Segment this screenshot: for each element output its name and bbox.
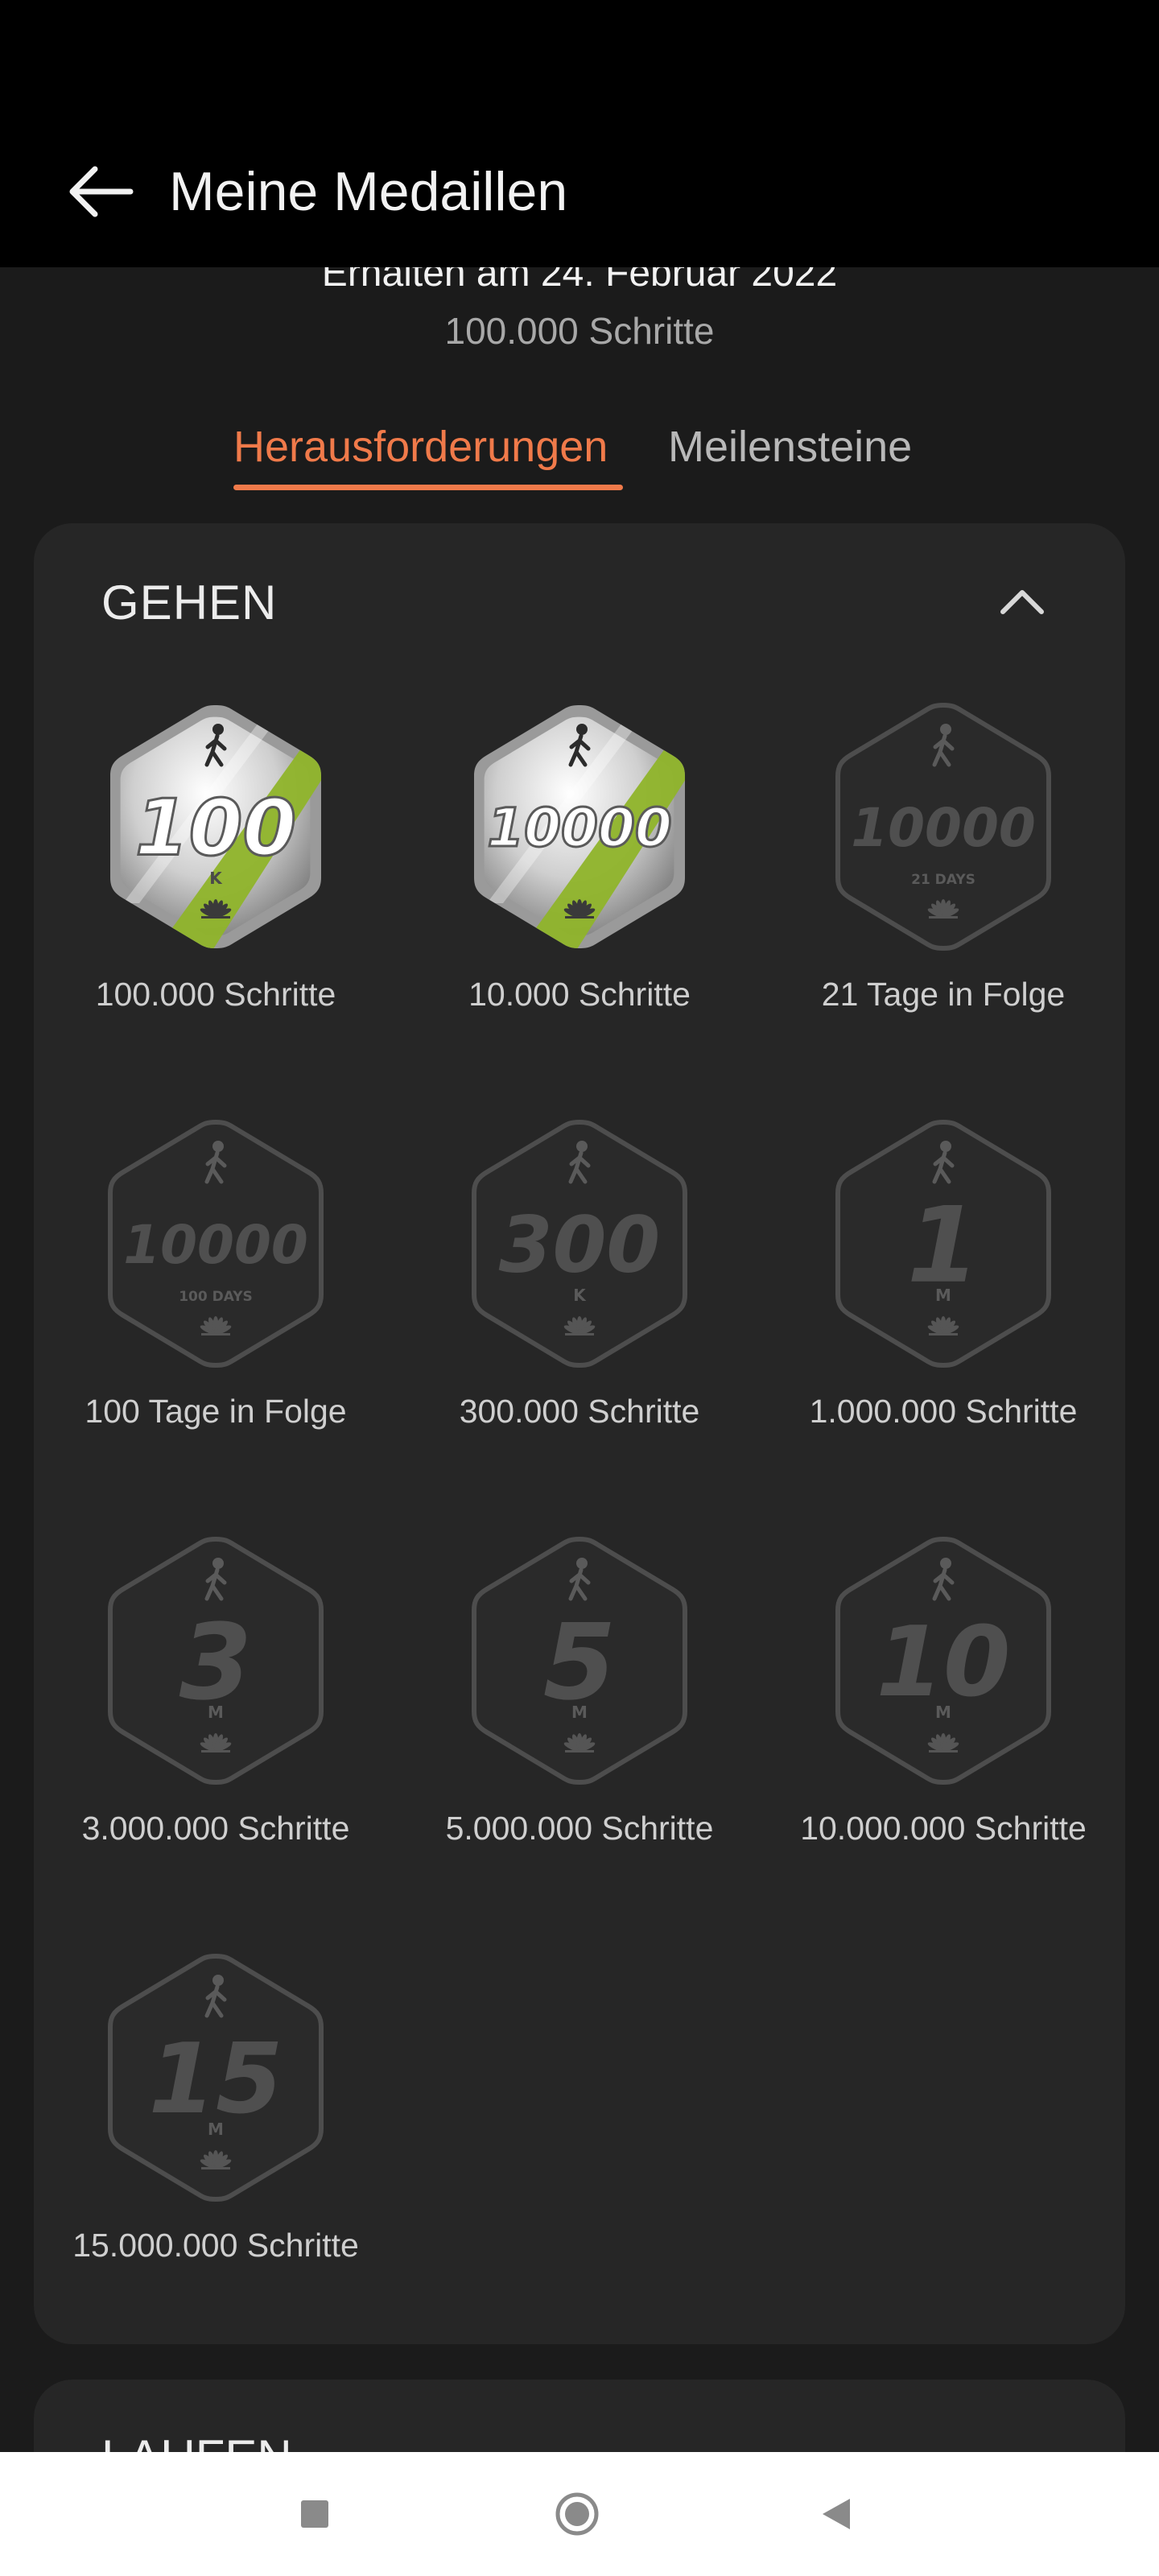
medal-badge-locked: 15M [108,1953,324,2202]
earned-medal-name: 100.000 Schritte [444,310,715,352]
system-nav-bar [0,2452,1159,2576]
medal-label: 3.000.000 Schritte [81,1810,350,1847]
medal-item[interactable]: 1 M 1.000.000 Schritte [761,1119,1125,1538]
medal-unit: 100 DAYS [179,1289,253,1305]
medal-badge-earned: 100K [110,705,321,948]
medal-unit: K [209,869,223,888]
medal-unit: M [208,1703,224,1722]
medal-unit: M [935,1286,951,1305]
medal-item[interactable]: 10 M 10.000.000 Schritte [761,1536,1125,1955]
medal-item[interactable]: 5 M 5.000.000 Schritte [398,1536,761,1955]
medal-badge-locked: 3M [108,1536,324,1785]
medal-number: 300 [499,1200,660,1290]
medal-item[interactable]: 10000 10.000 Schritte [398,702,761,1121]
medal-unit: M [935,1703,951,1722]
medal-number: 10000 [851,797,1036,859]
medal-item[interactable]: 3 M 3.000.000 Schritte [34,1536,398,1955]
square-icon [301,2500,328,2528]
circle-icon [555,2492,599,2536]
app-bar: Meine Medaillen [0,0,1159,267]
medal-label: 5.000.000 Schritte [445,1810,714,1847]
medal-badge-locked: 10000 100 DAYS [108,1119,324,1368]
medal-label: 21 Tage in Folge [821,976,1066,1013]
medal-badge-locked: 300K [472,1119,687,1368]
section-title: GEHEN [101,576,278,630]
medal-item[interactable]: 15 M 15.000.000 Schritte [34,1953,398,2372]
active-tab-indicator [233,485,623,490]
medal-label: 100.000 Schritte [95,976,336,1013]
arrow-left-icon [69,166,134,217]
tab-challenges[interactable]: Herausforderungen [233,419,608,475]
tab-milestones[interactable]: Meilensteine [668,419,912,475]
medal-badge-earned: 10000 [474,705,685,948]
medal-label: 100 Tage in Folge [85,1393,347,1430]
back-nav-button[interactable] [806,2484,866,2544]
medal-item[interactable]: 10000 100 DAYS 100 Tage in Folge [34,1119,398,1538]
collapse-button[interactable] [990,573,1054,630]
recents-button[interactable] [285,2484,344,2544]
medal-item[interactable]: 300 K 300.000 Schritte [398,1119,761,1538]
medal-unit: M [571,1703,588,1722]
medal-badge-locked: 10M [835,1536,1051,1785]
medal-badge-locked: 1M [835,1119,1051,1368]
medal-item[interactable]: 10000 21 DAYS 21 Tage in Folge [761,702,1125,1121]
page-title: Meine Medaillen [169,161,568,222]
medal-label: 300.000 Schritte [459,1393,700,1430]
medal-badge-locked: 5M [472,1536,687,1785]
medal-number: 10000 [487,797,672,859]
home-button[interactable] [547,2484,607,2544]
medal-number: 10000 [123,1214,308,1276]
back-button[interactable] [64,158,137,225]
triangle-back-icon [823,2499,850,2529]
medal-label: 10.000.000 Schritte [800,1810,1087,1847]
medal-label: 15.000.000 Schritte [72,2227,359,2264]
medal-unit: 21 DAYS [911,872,975,888]
medal-unit: K [573,1286,587,1305]
medal-label: 10.000 Schritte [468,976,691,1013]
medal-label: 1.000.000 Schritte [809,1393,1078,1430]
medal-badge-locked: 10000 21 DAYS [835,702,1051,952]
medal-number: 100 [135,783,296,873]
medal-unit: M [208,2120,224,2139]
medal-item[interactable]: 100 K 100.000 Schritte [34,702,398,1121]
chevron-up-icon [1000,590,1044,614]
